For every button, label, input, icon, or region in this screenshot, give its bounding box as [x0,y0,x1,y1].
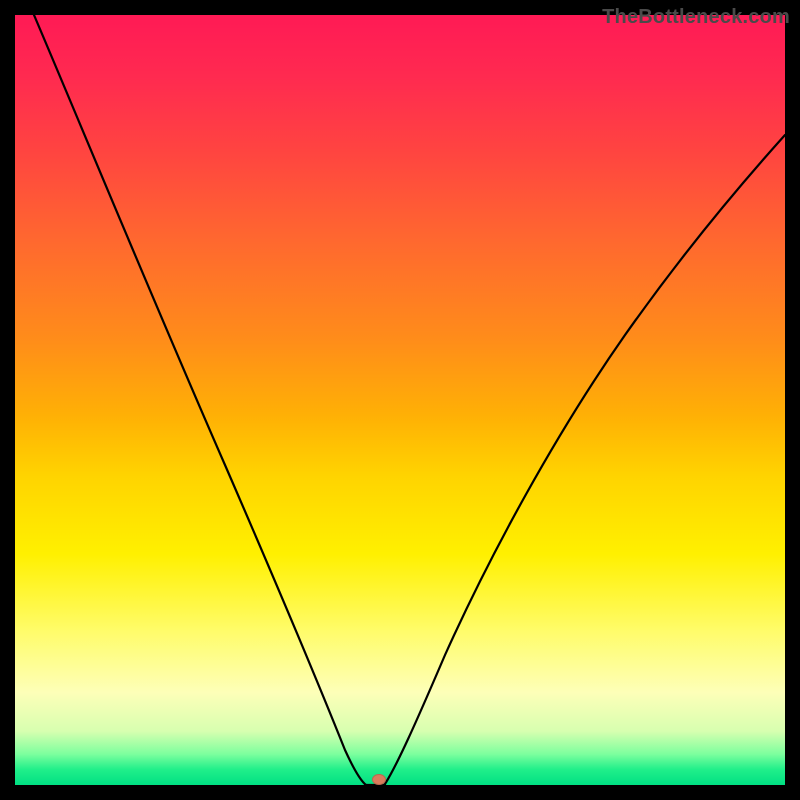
curve-left-limb [34,15,366,785]
curve-right-limb [385,135,785,784]
plot-area [15,15,785,785]
watermark-text: TheBottleneck.com [602,6,790,29]
vertex-marker [372,774,386,785]
chart-frame: TheBottleneck.com [0,0,800,800]
bottleneck-curve [15,15,785,785]
